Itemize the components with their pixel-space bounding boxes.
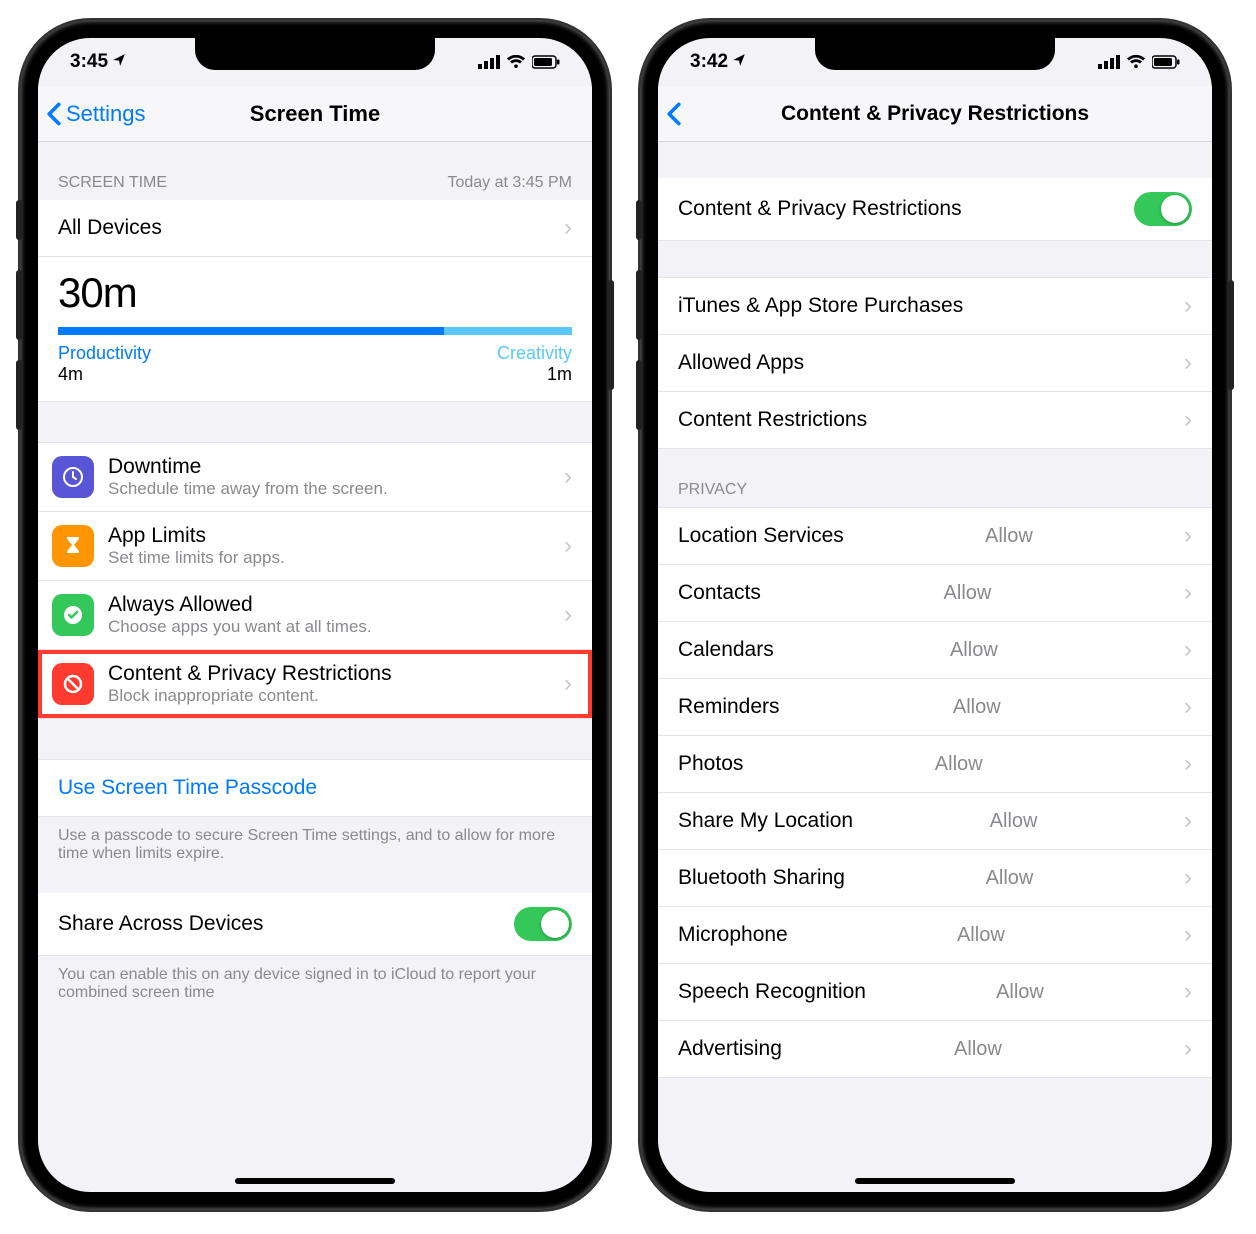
privacy-photos[interactable]: PhotosAllow› xyxy=(658,736,1212,793)
chevron-right-icon: › xyxy=(1184,807,1192,835)
phone-right: 3:42 Content & Privacy xyxy=(640,20,1230,1210)
feature-title: Always Allowed xyxy=(108,593,372,617)
privacy-value: Allow xyxy=(953,696,1001,719)
privacy-contacts[interactable]: ContactsAllow› xyxy=(658,565,1212,622)
chevron-right-icon: › xyxy=(564,463,572,491)
signal-icon xyxy=(478,55,500,69)
phone-left: 3:45 Settings S xyxy=(20,20,610,1210)
content-privacy-toggle-row[interactable]: Content & Privacy Restrictions xyxy=(658,178,1212,241)
nav-bar: Content & Privacy Restrictions xyxy=(658,86,1212,142)
privacy-advertising[interactable]: AdvertisingAllow› xyxy=(658,1021,1212,1078)
chevron-right-icon: › xyxy=(1184,292,1192,320)
battery-icon xyxy=(1152,55,1180,69)
privacy-share-my-location[interactable]: Share My LocationAllow› xyxy=(658,793,1212,850)
wifi-icon xyxy=(506,55,526,69)
row-allowed-apps[interactable]: Allowed Apps› xyxy=(658,335,1212,392)
chevron-right-icon: › xyxy=(1184,693,1192,721)
chevron-right-icon: › xyxy=(1184,636,1192,664)
block-icon xyxy=(52,663,94,705)
feature-hourglass[interactable]: App LimitsSet time limits for apps. › xyxy=(38,512,592,581)
privacy-value: Allow xyxy=(986,867,1034,890)
all-devices-row[interactable]: All Devices › xyxy=(38,200,592,257)
privacy-value: Allow xyxy=(996,981,1044,1004)
privacy-value: Allow xyxy=(935,753,983,776)
nav-title: Content & Privacy Restrictions xyxy=(668,102,1202,126)
feature-subtitle: Schedule time away from the screen. xyxy=(108,479,388,499)
section-header-privacy: Privacy xyxy=(658,449,1212,507)
use-screen-time-passcode[interactable]: Use Screen Time Passcode xyxy=(38,759,592,817)
share-toggle[interactable] xyxy=(514,907,572,941)
clock-icon xyxy=(52,456,94,498)
location-arrow-icon xyxy=(732,51,746,73)
chevron-right-icon: › xyxy=(1184,864,1192,892)
share-help: You can enable this on any device signed… xyxy=(38,956,592,1012)
privacy-value: Allow xyxy=(985,525,1033,548)
feature-title: App Limits xyxy=(108,524,285,548)
chevron-right-icon: › xyxy=(564,601,572,629)
feature-subtitle: Choose apps you want at all times. xyxy=(108,617,372,637)
feature-title: Downtime xyxy=(108,455,388,479)
privacy-reminders[interactable]: RemindersAllow› xyxy=(658,679,1212,736)
feature-subtitle: Block inappropriate content. xyxy=(108,686,392,706)
chevron-right-icon: › xyxy=(1184,978,1192,1006)
chevron-right-icon: › xyxy=(1184,921,1192,949)
battery-icon xyxy=(532,55,560,69)
privacy-location-services[interactable]: Location ServicesAllow› xyxy=(658,507,1212,565)
privacy-value: Allow xyxy=(950,639,998,662)
chevron-right-icon: › xyxy=(1184,1035,1192,1063)
chevron-right-icon: › xyxy=(1184,522,1192,550)
privacy-bluetooth-sharing[interactable]: Bluetooth SharingAllow› xyxy=(658,850,1212,907)
privacy-calendars[interactable]: CalendarsAllow› xyxy=(658,622,1212,679)
home-indicator[interactable] xyxy=(855,1178,1015,1184)
section-header-screen-time: Screen Time Today at 3:45 PM xyxy=(38,142,592,200)
row-content-restrictions[interactable]: Content Restrictions› xyxy=(658,392,1212,449)
home-indicator[interactable] xyxy=(235,1178,395,1184)
back-button[interactable] xyxy=(666,102,682,126)
chevron-right-icon: › xyxy=(1184,579,1192,607)
feature-block[interactable]: Content & Privacy RestrictionsBlock inap… xyxy=(38,650,592,719)
privacy-value: Allow xyxy=(957,924,1005,947)
hourglass-icon xyxy=(52,525,94,567)
privacy-speech-recognition[interactable]: Speech RecognitionAllow› xyxy=(658,964,1212,1021)
signal-icon xyxy=(1098,55,1120,69)
chevron-right-icon: › xyxy=(1184,349,1192,377)
share-across-devices-row[interactable]: Share Across Devices xyxy=(38,893,592,956)
wifi-icon xyxy=(1126,55,1146,69)
chevron-right-icon: › xyxy=(564,532,572,560)
privacy-value: Allow xyxy=(990,810,1038,833)
status-time: 3:42 xyxy=(690,51,728,73)
feature-check[interactable]: Always AllowedChoose apps you want at al… xyxy=(38,581,592,650)
nav-bar: Settings Screen Time xyxy=(38,86,592,142)
chevron-right-icon: › xyxy=(564,214,572,242)
content-privacy-toggle[interactable] xyxy=(1134,192,1192,226)
check-icon xyxy=(52,594,94,636)
location-arrow-icon xyxy=(112,51,126,73)
status-time: 3:45 xyxy=(70,51,108,73)
chevron-right-icon: › xyxy=(564,670,572,698)
feature-subtitle: Set time limits for apps. xyxy=(108,548,285,568)
privacy-value: Allow xyxy=(954,1038,1002,1061)
chevron-right-icon: › xyxy=(1184,750,1192,778)
privacy-microphone[interactable]: MicrophoneAllow› xyxy=(658,907,1212,964)
usage-bar xyxy=(58,327,572,335)
chevron-right-icon: › xyxy=(1184,406,1192,434)
privacy-value: Allow xyxy=(944,582,992,605)
category-breakdown: Productivity 4m Creativity 1m xyxy=(38,335,592,402)
row-itunes-app-store-purchases[interactable]: iTunes & App Store Purchases› xyxy=(658,277,1212,335)
feature-title: Content & Privacy Restrictions xyxy=(108,662,392,686)
total-screen-time[interactable]: 30m xyxy=(38,257,592,335)
back-button[interactable]: Settings xyxy=(46,101,146,127)
passcode-help: Use a passcode to secure Screen Time set… xyxy=(38,817,592,873)
feature-clock[interactable]: DowntimeSchedule time away from the scre… xyxy=(38,442,592,512)
